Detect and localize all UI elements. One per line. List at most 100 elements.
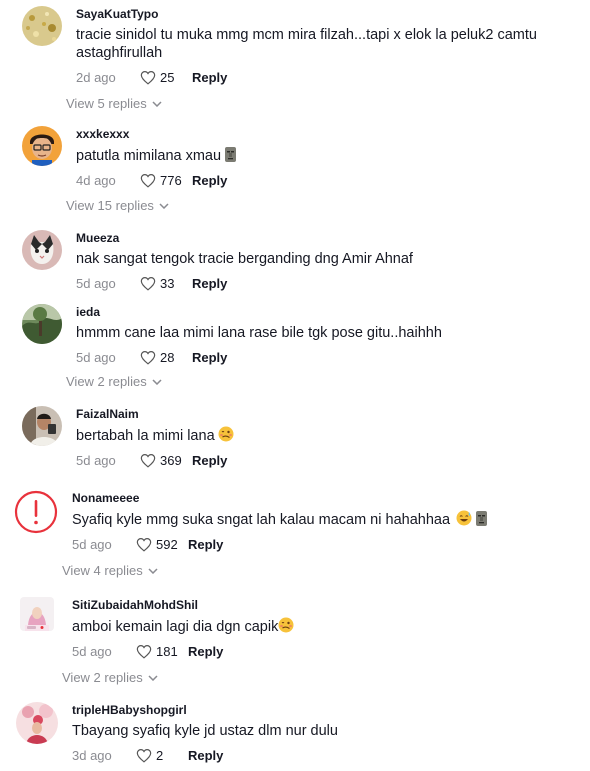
heart-icon <box>136 644 152 659</box>
view-replies-button[interactable]: View 15 replies <box>66 198 169 213</box>
like-count: 181 <box>156 643 178 659</box>
chevron-down-icon <box>152 378 162 385</box>
chevron-down-icon <box>152 100 162 107</box>
comment-text-content: bertabah la mimi lana <box>76 428 215 444</box>
heart-icon <box>140 70 156 85</box>
comment-username[interactable]: SayaKuatTypo <box>76 7 570 21</box>
avatar[interactable] <box>20 597 54 631</box>
heart-icon <box>136 537 152 552</box>
view-replies-label: View 4 replies <box>62 563 143 578</box>
comment-text-content: Syafiq kyle mmg suka sngat lah kalau mac… <box>72 512 451 528</box>
view-replies-button[interactable]: View 5 replies <box>66 96 162 111</box>
comment-time: 4d ago <box>76 172 116 188</box>
avatar[interactable] <box>22 230 62 270</box>
chevron-down-icon <box>148 567 158 574</box>
comment-text: amboi kemain lagi dia dgn capik <box>72 617 570 636</box>
comment-time: 2d ago <box>76 69 116 85</box>
woozy-face-emoji-icon <box>278 617 294 633</box>
comment-time: 5d ago <box>76 275 116 291</box>
like-button[interactable]: 369 <box>140 453 192 468</box>
reply-button[interactable]: Reply <box>188 748 223 763</box>
like-button[interactable]: 2 <box>136 748 188 763</box>
comment-meta: 5d ago 369 Reply <box>76 451 570 469</box>
moai-emoji-icon <box>225 147 237 162</box>
comment-username[interactable]: FaizalNaim <box>76 407 570 421</box>
comment-text: Syafiq kyle mmg suka sngat lah kalau mac… <box>72 510 570 529</box>
reply-button[interactable]: Reply <box>188 644 223 659</box>
comment-text-content: patutla mimilana xmau <box>76 148 222 164</box>
like-count: 592 <box>156 536 178 552</box>
avatar[interactable] <box>22 126 62 166</box>
hijab-avatar-icon <box>20 597 54 631</box>
view-replies-label: View 15 replies <box>66 198 154 213</box>
reply-button[interactable]: Reply <box>192 350 227 365</box>
comment-meta: 5d ago 28 Reply <box>76 348 570 366</box>
like-count: 25 <box>160 69 175 85</box>
heart-icon <box>140 173 156 188</box>
comment-meta: 5d ago 181 Reply <box>72 642 570 660</box>
comment-text: nak sangat tengok tracie berganding dng … <box>76 251 413 267</box>
reply-button[interactable]: Reply <box>192 173 227 188</box>
like-count: 369 <box>160 452 182 468</box>
avatar[interactable] <box>22 6 62 46</box>
comment-time: 5d ago <box>72 643 112 659</box>
avatar[interactable] <box>16 702 58 744</box>
comment-time: 3d ago <box>72 747 112 763</box>
view-replies-label: View 5 replies <box>66 96 147 111</box>
comment-username[interactable]: Mueeza <box>76 231 570 245</box>
like-button[interactable]: 25 <box>140 70 192 85</box>
chevron-down-icon <box>148 674 158 681</box>
like-button[interactable]: 776 <box>140 173 192 188</box>
like-count: 33 <box>160 275 175 291</box>
comment-time: 5d ago <box>76 452 116 468</box>
sweat-smile-emoji-icon <box>456 510 472 526</box>
reply-button[interactable]: Reply <box>188 537 223 552</box>
avatar[interactable] <box>22 304 62 344</box>
view-replies-label: View 2 replies <box>62 670 143 685</box>
reply-button[interactable]: Reply <box>192 70 227 85</box>
avatar[interactable] <box>14 490 58 534</box>
comment-time: 5d ago <box>76 349 116 365</box>
view-replies-button[interactable]: View 4 replies <box>62 563 158 578</box>
cat-avatar-icon <box>22 230 62 270</box>
gold-glitter-avatar-icon <box>22 6 62 46</box>
like-button[interactable]: 181 <box>136 644 188 659</box>
view-replies-button[interactable]: View 2 replies <box>66 374 162 389</box>
comment-meta: 5d ago 33 Reply <box>76 274 570 292</box>
comment-username[interactable]: ieda <box>76 305 570 319</box>
comment-username[interactable]: xxxkexxx <box>76 127 570 141</box>
chevron-down-icon <box>159 202 169 209</box>
pink-balloon-avatar-icon <box>16 702 58 744</box>
alert-avatar-icon <box>14 490 58 534</box>
person-avatar-icon <box>22 406 62 446</box>
heart-icon <box>136 748 152 763</box>
view-replies-button[interactable]: View 2 replies <box>62 670 158 685</box>
moai-emoji-icon <box>476 511 488 526</box>
comment-text: tracie sinidol tu muka mmg mcm mira filz… <box>76 27 537 61</box>
comment-text-content: amboi kemain lagi dia dgn capik <box>72 619 279 635</box>
comment-text: Tbayang syafiq kyle jd ustaz dlm nur dul… <box>72 723 338 739</box>
reply-button[interactable]: Reply <box>192 453 227 468</box>
comment-time: 5d ago <box>72 536 112 552</box>
comment-text: hmmm cane laa mimi lana rase bile tgk po… <box>76 325 442 341</box>
comment-meta: 4d ago 776 Reply <box>76 171 570 189</box>
comment-username[interactable]: Nonameeee <box>72 491 570 505</box>
reply-button[interactable]: Reply <box>192 276 227 291</box>
comment-username[interactable]: SitiZubaidahMohdShil <box>72 598 570 612</box>
like-count: 28 <box>160 349 175 365</box>
like-count: 776 <box>160 172 182 188</box>
comment-username[interactable]: tripleHBabyshopgirl <box>72 703 570 717</box>
heart-icon <box>140 276 156 291</box>
comment-meta: 3d ago 2 Reply <box>72 746 570 764</box>
avatar[interactable] <box>22 406 62 446</box>
comment-text: patutla mimilana xmau <box>76 146 570 165</box>
comment-meta: 5d ago 592 Reply <box>72 535 570 553</box>
like-button[interactable]: 33 <box>140 276 192 291</box>
cartoon-boy-avatar-icon <box>22 126 62 166</box>
like-button[interactable]: 592 <box>136 537 188 552</box>
view-replies-label: View 2 replies <box>66 374 147 389</box>
like-count: 2 <box>156 747 164 763</box>
like-button[interactable]: 28 <box>140 350 192 365</box>
nature-avatar-icon <box>22 304 62 344</box>
woozy-face-emoji-icon <box>218 426 234 442</box>
